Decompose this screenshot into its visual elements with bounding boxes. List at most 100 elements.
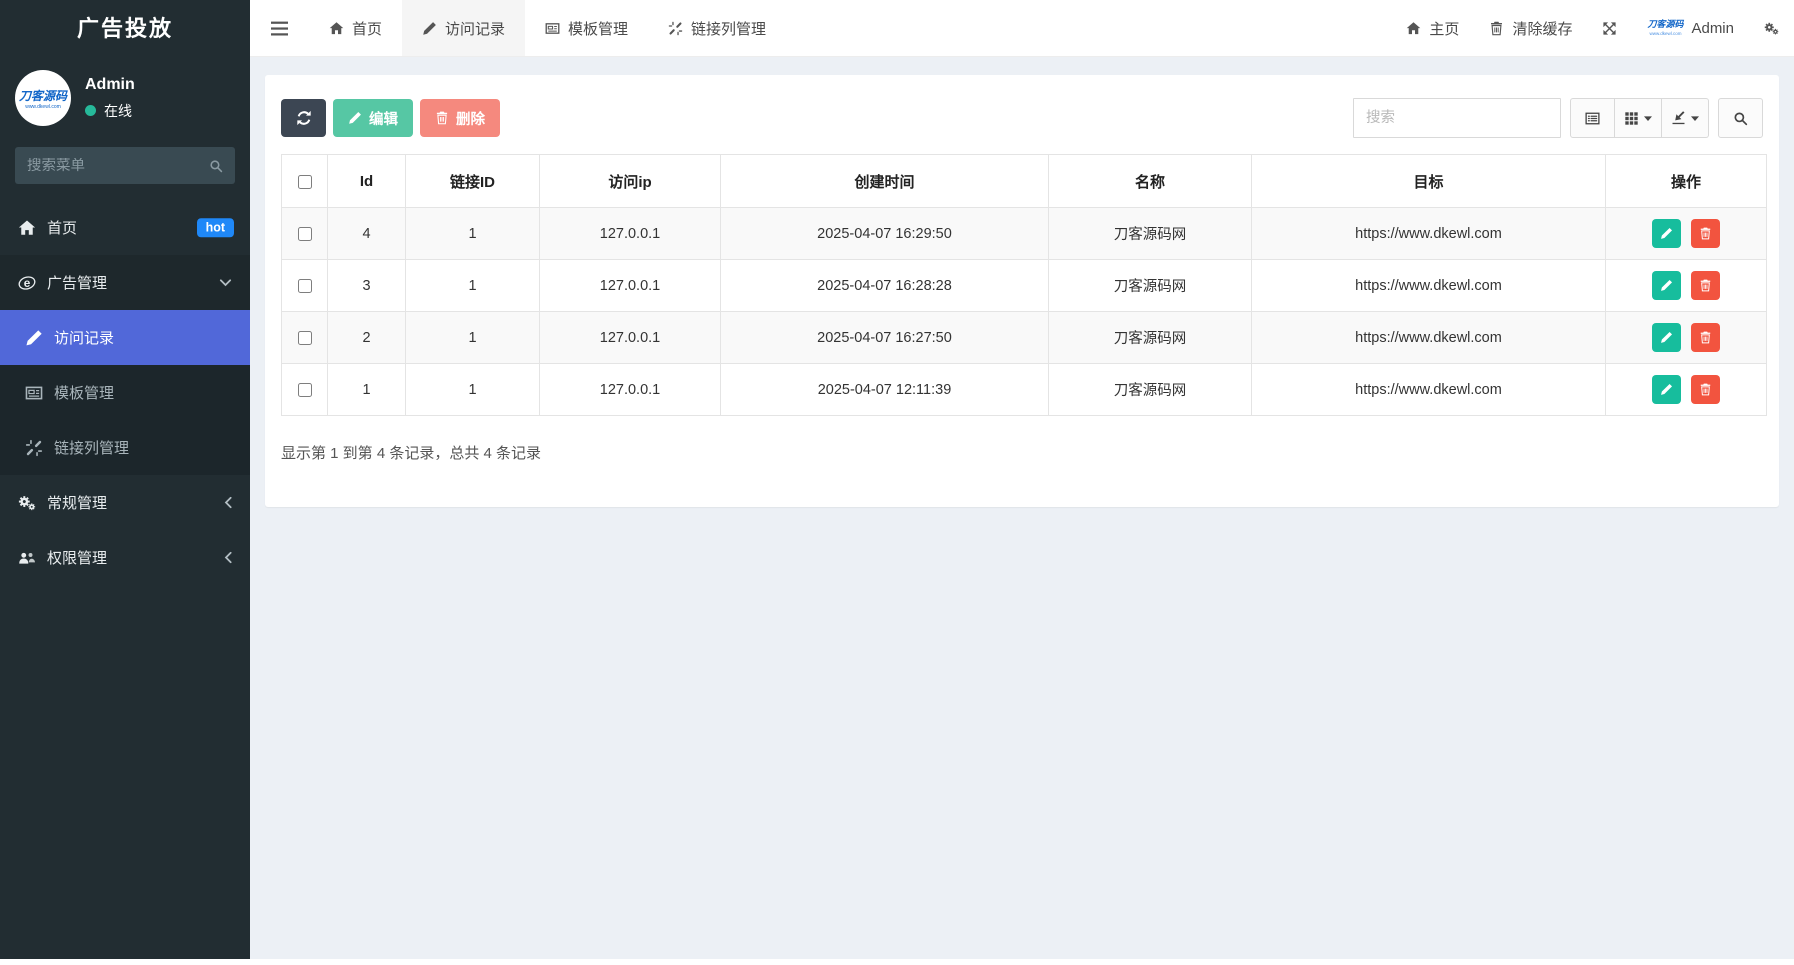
sidebar-item-label: 访问记录 (54, 327, 114, 348)
column-header-target: 目标 (1252, 155, 1606, 208)
table-row: 4 1 127.0.0.1 2025-04-07 16:29:50 刀客源码网 … (282, 208, 1767, 260)
row-edit-button[interactable] (1652, 375, 1681, 404)
table-row: 3 1 127.0.0.1 2025-04-07 16:28:28 刀客源码网 … (282, 260, 1767, 312)
newspaper-icon (545, 21, 560, 36)
trash-icon (435, 111, 449, 125)
table-header-row: Id 链接ID 访问ip 创建时间 名称 目标 操作 (282, 155, 1767, 208)
row-delete-button[interactable] (1691, 323, 1720, 352)
tab-label: 访问记录 (445, 18, 505, 39)
cell-ip: 127.0.0.1 (540, 364, 721, 416)
trash-icon (1699, 227, 1712, 240)
sidebar-item-general-management[interactable]: 常规管理 (0, 475, 250, 530)
cogs-icon (1764, 21, 1779, 36)
table-search-input[interactable] (1353, 98, 1561, 138)
cell-ip: 127.0.0.1 (540, 208, 721, 260)
tab-label: 链接列管理 (691, 18, 766, 39)
search-button[interactable] (1718, 98, 1763, 138)
pencil-icon (1660, 279, 1673, 292)
delete-button[interactable]: 删除 (420, 99, 500, 137)
avatar-logo-text: 刀客源码 (19, 87, 67, 104)
sidebar: 广告投放 刀客源码 www.dkewl.com Admin 在线 首页 (0, 0, 250, 959)
tab-visit-records[interactable]: 访问记录 (402, 0, 525, 56)
sidebar-menu: 首页 hot 广告管理 访问记录 模板管理 (0, 200, 250, 585)
records-table: Id 链接ID 访问ip 创建时间 名称 目标 操作 4 (281, 154, 1767, 416)
cell-ip: 127.0.0.1 (540, 312, 721, 364)
expand-icon (1602, 21, 1617, 36)
home-icon (1406, 21, 1421, 36)
sidebar-item-permission-management[interactable]: 权限管理 (0, 530, 250, 585)
sidebar-item-template-management[interactable]: 模板管理 (0, 365, 250, 420)
ad-icon (18, 274, 36, 292)
sidebar-group-ad-management: 广告管理 访问记录 模板管理 链接列管理 (0, 255, 250, 475)
settings-button[interactable] (1749, 0, 1794, 56)
row-checkbox[interactable] (298, 383, 312, 397)
tab-link-management[interactable]: 链接列管理 (648, 0, 786, 56)
content: 编辑 删除 (250, 57, 1794, 959)
sidebar-item-visit-records[interactable]: 访问记录 (0, 310, 250, 365)
pencil-icon (1660, 227, 1673, 240)
row-delete-button[interactable] (1691, 271, 1720, 300)
row-checkbox[interactable] (298, 331, 312, 345)
column-header-name: 名称 (1049, 155, 1252, 208)
row-delete-button[interactable] (1691, 375, 1720, 404)
cell-id: 1 (328, 364, 406, 416)
cell-created: 2025-04-07 16:29:50 (721, 208, 1049, 260)
user-menu[interactable]: 刀客源码 www.dkewl.com Admin (1632, 0, 1749, 56)
row-checkbox[interactable] (298, 227, 312, 241)
users-icon (18, 549, 36, 567)
refresh-icon (296, 110, 312, 126)
row-edit-button[interactable] (1652, 323, 1681, 352)
cell-target: https://www.dkewl.com (1252, 364, 1606, 416)
edit-button[interactable]: 编辑 (333, 99, 413, 137)
unlink-icon (25, 439, 43, 457)
clear-cache-button[interactable]: 清除缓存 (1474, 0, 1587, 56)
row-checkbox[interactable] (298, 279, 312, 293)
sidebar-item-label: 广告管理 (47, 272, 107, 293)
sidebar-item-link-management[interactable]: 链接列管理 (0, 420, 250, 475)
home-link-label: 主页 (1429, 18, 1459, 39)
sidebar-search-input[interactable] (27, 158, 209, 174)
delete-button-label: 删除 (456, 108, 485, 129)
cell-link-id: 1 (406, 208, 540, 260)
cell-created: 2025-04-07 16:28:28 (721, 260, 1049, 312)
tab-template-management[interactable]: 模板管理 (525, 0, 648, 56)
home-link[interactable]: 主页 (1391, 0, 1474, 56)
chevron-left-icon (224, 496, 232, 509)
edit-button-label: 编辑 (369, 108, 398, 129)
toggle-view-button[interactable] (1570, 98, 1615, 138)
export-dropdown-button[interactable] (1662, 98, 1709, 138)
cell-actions (1606, 312, 1767, 364)
export-icon (1671, 111, 1686, 126)
sidebar-item-ad-management[interactable]: 广告管理 (0, 255, 250, 310)
tab-label: 模板管理 (568, 18, 628, 39)
row-edit-button[interactable] (1652, 271, 1681, 300)
avatar-logo-subtext: www.dkewl.com (25, 104, 61, 110)
row-edit-button[interactable] (1652, 219, 1681, 248)
cell-created: 2025-04-07 16:27:50 (721, 312, 1049, 364)
online-dot-icon (85, 105, 96, 116)
newspaper-icon (25, 384, 43, 402)
caret-down-icon (1644, 116, 1652, 121)
home-icon (329, 21, 344, 36)
user-status: 在线 (85, 101, 135, 121)
tab-home[interactable]: 首页 (309, 0, 402, 56)
sidebar-item-home[interactable]: 首页 hot (0, 200, 250, 255)
select-all-checkbox[interactable] (298, 175, 312, 189)
user-info: Admin 在线 (85, 76, 135, 121)
row-delete-button[interactable] (1691, 219, 1720, 248)
trash-icon (1489, 21, 1504, 36)
columns-dropdown-button[interactable] (1615, 98, 1662, 138)
cell-link-id: 1 (406, 260, 540, 312)
refresh-button[interactable] (281, 99, 326, 137)
sidebar-item-label: 常规管理 (47, 492, 107, 513)
pencil-icon (1660, 383, 1673, 396)
clear-cache-label: 清除缓存 (1512, 18, 1572, 39)
fullscreen-button[interactable] (1587, 0, 1632, 56)
caret-down-icon (1691, 116, 1699, 121)
brand-logo: 刀客源码 www.dkewl.com (1647, 19, 1683, 37)
pagination-summary: 显示第 1 到第 4 条记录，总共 4 条记录 (281, 442, 1763, 463)
grid-icon (1624, 111, 1639, 126)
table-view-button-group (1570, 98, 1709, 138)
cell-target: https://www.dkewl.com (1252, 260, 1606, 312)
sidebar-toggle-button[interactable] (250, 0, 309, 56)
